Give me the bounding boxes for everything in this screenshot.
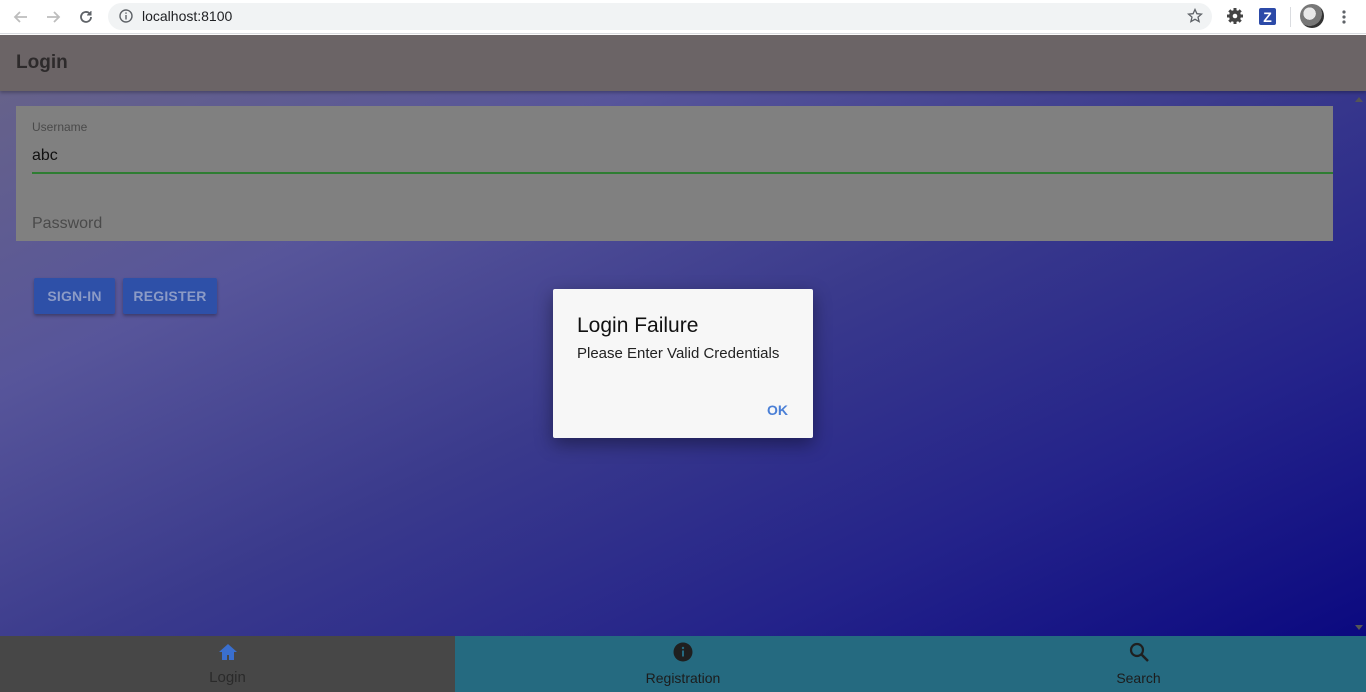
tab-registration-label: Registration — [645, 670, 721, 686]
dialog-title: Login Failure — [577, 314, 699, 337]
username-input[interactable]: abc — [32, 147, 58, 165]
reload-icon[interactable] — [74, 5, 98, 29]
scroll-down-arrow-icon[interactable] — [1355, 625, 1363, 630]
back-arrow-icon[interactable] — [9, 5, 33, 29]
app-header: Login — [0, 35, 1366, 91]
info-icon — [673, 642, 693, 667]
page-scrollbar[interactable] — [1351, 91, 1366, 636]
tab-registration[interactable]: Registration — [455, 636, 911, 692]
toolbar-divider — [1290, 7, 1291, 27]
info-icon[interactable] — [119, 9, 133, 28]
tab-search-label: Search — [1116, 670, 1161, 686]
page-title: Login — [16, 52, 68, 73]
browser-toolbar: localhost:8100 Z — [0, 0, 1366, 34]
bottom-tab-bar: Login Registration Search — [0, 636, 1366, 692]
login-form: Username abc Password — [16, 106, 1333, 241]
username-label: Username — [32, 120, 88, 134]
dialog-message: Please Enter Valid Credentials — [577, 345, 780, 362]
extension-z-icon[interactable]: Z — [1259, 8, 1276, 25]
extension-gear-icon[interactable] — [1225, 6, 1245, 26]
home-icon — [218, 643, 238, 666]
tab-search[interactable]: Search — [911, 636, 1366, 692]
url-text[interactable]: localhost:8100 — [142, 8, 232, 24]
tab-login[interactable]: Login — [0, 636, 455, 692]
bookmark-star-icon[interactable] — [1186, 7, 1204, 29]
password-input[interactable]: Password — [32, 215, 102, 233]
profile-avatar[interactable] — [1300, 4, 1324, 28]
forward-arrow-icon[interactable] — [41, 5, 65, 29]
kebab-menu-icon[interactable] — [1332, 5, 1356, 29]
address-bar[interactable]: localhost:8100 — [108, 3, 1212, 30]
username-underline — [32, 172, 1333, 174]
scroll-up-arrow-icon[interactable] — [1355, 97, 1363, 102]
dialog-ok-button[interactable]: OK — [767, 402, 788, 418]
sign-in-button[interactable]: SIGN-IN — [34, 278, 115, 314]
search-icon — [1129, 642, 1149, 667]
login-failure-dialog: Login Failure Please Enter Valid Credent… — [553, 289, 813, 438]
register-button[interactable]: REGISTER — [123, 278, 217, 314]
tab-login-label: Login — [209, 668, 246, 686]
